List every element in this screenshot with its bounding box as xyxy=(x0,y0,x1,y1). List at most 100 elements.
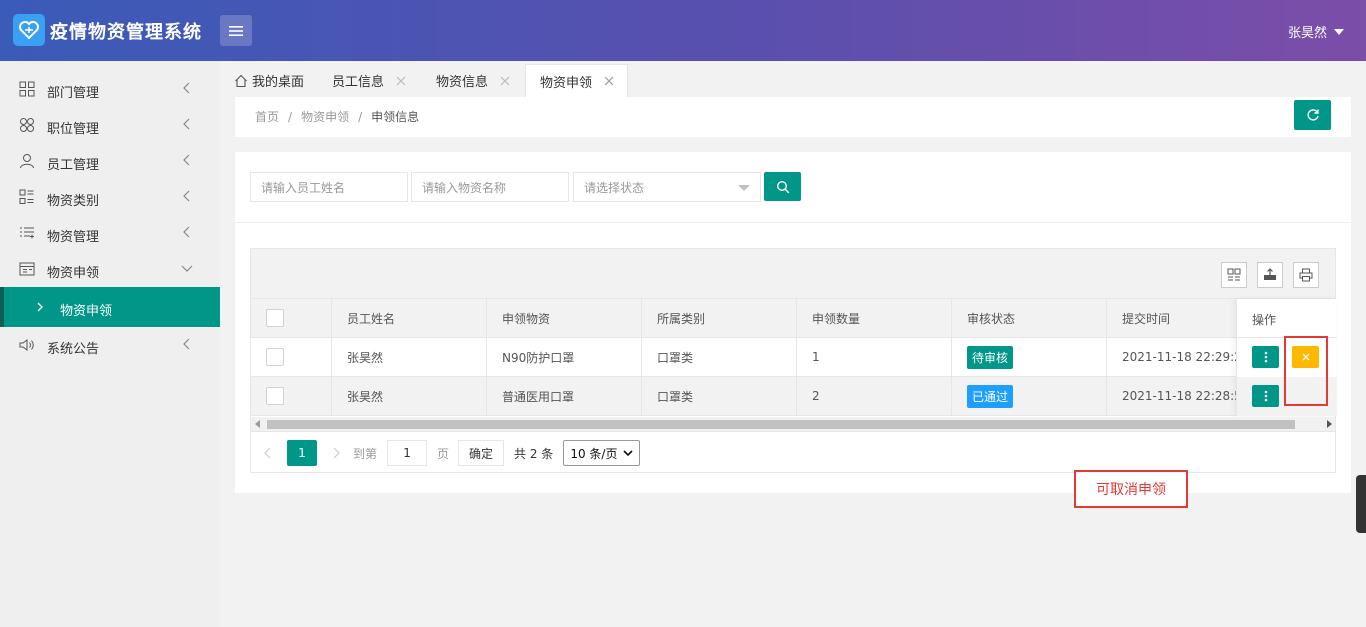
app-title: 疫情物资管理系统 xyxy=(50,22,202,43)
annotation-highlight-box xyxy=(1284,336,1328,406)
home-icon xyxy=(235,74,247,87)
cell-time: 2021-11-18 22:28:51 xyxy=(1122,389,1250,403)
goto-label: 到第 xyxy=(353,446,378,461)
annotation-label: 可取消申领 xyxy=(1074,470,1188,508)
sidebar-item-position[interactable]: 职位管理 xyxy=(0,107,220,143)
user-menu[interactable]: 张昊然 xyxy=(1288,22,1344,41)
sidebar-item-employee[interactable]: 员工管理 xyxy=(0,143,220,179)
refresh-button[interactable] xyxy=(1294,100,1331,130)
cell-name: 张昊然 xyxy=(332,338,487,376)
export-button[interactable] xyxy=(1257,262,1283,288)
side-widget[interactable] xyxy=(1356,475,1366,533)
employee-name-input[interactable]: 请输入员工姓名 xyxy=(250,172,408,202)
cell-goods: 普通医用口罩 xyxy=(487,377,642,415)
scrollbar-thumb[interactable] xyxy=(267,420,1295,429)
column-header: 员工姓名 xyxy=(332,299,487,337)
chevron-left-icon xyxy=(183,226,190,238)
column-header: 申领数量 xyxy=(797,299,952,337)
table-toolbar xyxy=(251,249,1335,299)
cell-name: 张昊然 xyxy=(332,377,487,415)
chevron-right-icon xyxy=(37,302,43,312)
close-icon[interactable] xyxy=(500,76,510,86)
close-icon[interactable] xyxy=(604,76,614,86)
column-header: 操作 xyxy=(1252,313,1277,327)
sidebar-item-label: 物资申领 xyxy=(47,266,100,281)
sidebar-item-label: 员工管理 xyxy=(47,158,100,173)
sidebar-item-notice[interactable]: 系统公告 xyxy=(0,327,220,363)
tab-goods-apply[interactable]: 物资申领 xyxy=(525,64,628,97)
chevron-left-icon xyxy=(183,118,190,130)
tab-label: 员工信息 xyxy=(332,75,385,90)
columns-button[interactable] xyxy=(1221,262,1247,288)
sidebar-subitem-apply[interactable]: 物资申领 xyxy=(0,287,220,327)
table-row[interactable]: 张昊然 普通医用口罩 口罩类 2 已通过 2021-11-18 22:28:51 xyxy=(251,377,1335,416)
row-checkbox-cell xyxy=(251,377,332,415)
tab-home[interactable]: 我的桌面 xyxy=(234,64,304,97)
breadcrumb-home[interactable]: 首页 xyxy=(255,110,279,124)
next-page-icon[interactable] xyxy=(331,447,341,459)
speaker-icon xyxy=(19,339,34,351)
more-actions-button[interactable] xyxy=(1252,346,1279,368)
page-size-select[interactable]: 10 条/页 xyxy=(563,440,641,466)
chevron-left-icon xyxy=(183,154,190,166)
table-row[interactable]: 张昊然 N90防护口罩 口罩类 1 待审核 2021-11-18 22:29:2… xyxy=(251,338,1335,377)
goods-name-input[interactable]: 请输入物资名称 xyxy=(411,172,569,202)
column-header: 提交时间 xyxy=(1122,311,1171,326)
breadcrumb-bar: 首页 / 物资申领 / 申领信息 xyxy=(235,97,1351,137)
chevron-down-icon xyxy=(181,265,193,272)
goods-name-placeholder: 请输入物资名称 xyxy=(422,180,507,195)
status-select[interactable]: 请选择状态 xyxy=(573,172,761,202)
confirm-button[interactable]: 确定 xyxy=(458,440,505,466)
goto-page-input[interactable]: 1 xyxy=(387,440,428,466)
refresh-icon xyxy=(1306,109,1319,121)
row-checkbox[interactable] xyxy=(266,387,284,405)
header-checkbox-cell xyxy=(251,299,332,337)
tab-employee-info[interactable]: 员工信息 xyxy=(332,64,406,97)
page-unit-label: 页 xyxy=(437,446,450,461)
sidebar-item-label: 物资类别 xyxy=(47,194,100,209)
divider xyxy=(251,431,1335,432)
chevron-left-icon xyxy=(183,190,190,202)
top-header: 疫情物资管理系统 张昊然 xyxy=(0,0,1366,61)
sidebar-item-label: 部门管理 xyxy=(47,86,100,101)
breadcrumb-section[interactable]: 物资申领 xyxy=(301,110,349,124)
prev-page-icon[interactable] xyxy=(263,447,273,459)
status-placeholder: 请选择状态 xyxy=(584,180,645,195)
tab-goods-info[interactable]: 物资信息 xyxy=(436,64,510,97)
page-size-value: 10 条/页 xyxy=(570,446,618,461)
sidebar-item-dept[interactable]: 部门管理 xyxy=(0,71,220,107)
sidebar-item-goods[interactable]: 物资管理 xyxy=(0,215,220,251)
form-icon xyxy=(19,262,35,276)
clover-icon xyxy=(20,118,34,132)
cell-category: 口罩类 xyxy=(642,377,797,415)
scroll-right-icon[interactable] xyxy=(1327,420,1333,428)
sidebar-item-category[interactable]: 物资类别 xyxy=(0,179,220,215)
close-icon[interactable] xyxy=(396,76,406,86)
tab-bar: 我的桌面 员工信息 物资信息 物资申领 xyxy=(220,61,1366,97)
select-all-checkbox[interactable] xyxy=(266,309,284,327)
menu-toggle-button[interactable] xyxy=(220,15,252,46)
sidebar-item-apply[interactable]: 物资申领 xyxy=(0,251,220,287)
cell-status: 已通过 xyxy=(952,377,1107,415)
breadcrumb-current: 申领信息 xyxy=(371,110,420,124)
logo-icon xyxy=(13,14,45,46)
tab-label: 我的桌面 xyxy=(252,75,305,90)
select-arrow-icon xyxy=(738,185,750,191)
horizontal-scrollbar[interactable] xyxy=(251,417,1335,431)
column-header: 所属类别 xyxy=(642,299,797,337)
sidebar-item-label: 职位管理 xyxy=(47,122,100,137)
cell-time: 2021-11-18 22:29:24 xyxy=(1122,350,1250,364)
search-button[interactable] xyxy=(764,172,801,201)
breadcrumb-separator: / xyxy=(288,110,293,124)
current-page[interactable]: 1 xyxy=(287,440,317,466)
cell-quantity: 1 xyxy=(797,338,952,376)
print-button[interactable] xyxy=(1293,262,1319,288)
caret-down-icon xyxy=(1334,28,1344,35)
more-actions-button[interactable] xyxy=(1252,385,1279,407)
grid-icon xyxy=(19,81,35,97)
scroll-left-icon[interactable] xyxy=(255,420,261,428)
export-icon xyxy=(1264,268,1276,280)
row-checkbox[interactable] xyxy=(266,348,284,366)
column-header: 审核状态 xyxy=(952,299,1107,337)
column-header: 申领物资 xyxy=(487,299,642,337)
